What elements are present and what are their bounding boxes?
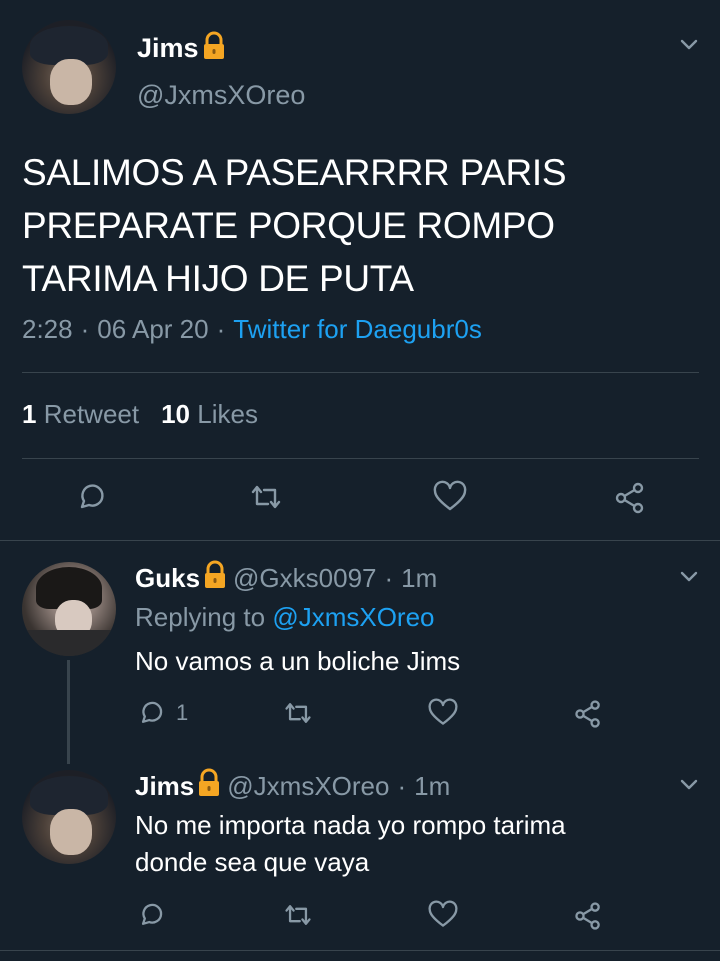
like-button[interactable] <box>432 480 468 514</box>
likes-count: 10 <box>161 399 191 429</box>
heart-icon <box>428 900 458 927</box>
reply-text-line: donde sea que vaya <box>135 847 370 877</box>
reply-button[interactable] <box>136 900 166 930</box>
lock-icon <box>203 560 227 597</box>
reply-header: Jims @JxmsXOreo · 1m <box>135 768 450 805</box>
replying-to-handle[interactable]: @JxmsXOreo <box>272 602 434 632</box>
reply-button[interactable]: 1 <box>136 698 188 728</box>
share-icon <box>615 482 644 514</box>
like-button[interactable] <box>427 900 459 930</box>
chevron-down-icon[interactable] <box>680 778 698 792</box>
likes-stat[interactable]: 10 Likes <box>161 399 258 430</box>
retweets-label: Retweet <box>43 399 140 429</box>
avatar[interactable] <box>22 20 116 114</box>
display-name[interactable]: Jims <box>135 771 194 802</box>
retweets-count: 1 <box>22 399 37 429</box>
reply-icon <box>141 903 163 925</box>
separator: · <box>384 563 394 593</box>
retweet-icon <box>285 905 311 925</box>
author-handle[interactable]: @JxmsXOreo <box>137 80 305 111</box>
reply-icon <box>141 701 163 723</box>
divider <box>0 540 720 541</box>
share-icon <box>575 700 600 728</box>
divider <box>0 950 720 951</box>
reply-text: No me importa nada yo rompo tarima donde… <box>135 807 566 881</box>
display-name[interactable]: Guks <box>135 563 200 594</box>
retweet-icon <box>251 485 281 509</box>
separator: · <box>216 314 226 344</box>
tweet-date: 06 Apr 20 <box>97 314 209 344</box>
reply-time: 1m <box>401 563 438 593</box>
divider <box>22 372 699 373</box>
heart-icon <box>428 698 458 725</box>
replying-to: Replying to @JxmsXOreo <box>135 602 435 633</box>
tweet-text: SALIMOS A PASEARRRR PARIS PREPARATE PORQ… <box>22 146 567 305</box>
tweet-source-link[interactable]: Twitter for Daegubr0s <box>233 314 482 345</box>
reply-text: No vamos a un boliche Jims <box>135 643 460 679</box>
replying-to-label: Replying to <box>135 602 266 632</box>
retweet-icon <box>285 703 311 723</box>
retweet-button[interactable] <box>282 900 314 930</box>
chevron-down-icon[interactable] <box>680 570 698 584</box>
thread-line <box>67 660 70 764</box>
reply-header: Guks @Gxks0097 · 1m <box>135 560 437 597</box>
share-icon <box>575 902 600 930</box>
like-button[interactable] <box>427 698 459 728</box>
lock-icon <box>197 768 221 805</box>
divider <box>22 458 699 459</box>
retweet-button[interactable] <box>248 480 284 514</box>
retweets-stat[interactable]: 1 Retweet <box>22 399 139 430</box>
author-handle[interactable]: @Gxks0097 <box>233 563 376 594</box>
reply-button[interactable] <box>74 480 108 514</box>
tweet-text-line: SALIMOS A PASEARRRR PARIS <box>22 152 567 193</box>
share-button[interactable] <box>572 698 604 730</box>
separator: · <box>397 771 407 801</box>
reply-text-line: No me importa nada yo rompo tarima <box>135 810 566 840</box>
reply-count: 1 <box>176 700 189 725</box>
lock-icon <box>202 31 226 66</box>
share-button[interactable] <box>572 900 604 932</box>
avatar[interactable] <box>22 562 116 656</box>
share-button[interactable] <box>612 480 648 516</box>
reply-time: 1m <box>414 771 451 801</box>
retweet-button[interactable] <box>282 698 314 728</box>
tweet-text-line: TARIMA HIJO DE PUTA <box>22 258 414 299</box>
author-handle[interactable]: @JxmsXOreo <box>227 771 389 802</box>
separator: · <box>80 314 90 344</box>
author-name-row[interactable]: Jims <box>137 30 226 66</box>
reply-text-line: No vamos a un boliche Jims <box>135 646 461 676</box>
chevron-down-icon[interactable] <box>680 38 698 52</box>
display-name[interactable]: Jims <box>137 33 199 64</box>
heart-icon <box>433 480 467 511</box>
avatar[interactable] <box>22 770 116 864</box>
tweet-time: 2:28 <box>22 314 73 344</box>
tweet-text-line: PREPARATE PORQUE ROMPO <box>22 205 555 246</box>
reply-icon <box>80 484 104 509</box>
tweet-stats: 1 Retweet 10 Likes <box>22 399 258 430</box>
likes-label: Likes <box>197 399 258 429</box>
tweet-meta: 2:28 · 06 Apr 20 · Twitter for Daegubr0s <box>22 314 482 345</box>
